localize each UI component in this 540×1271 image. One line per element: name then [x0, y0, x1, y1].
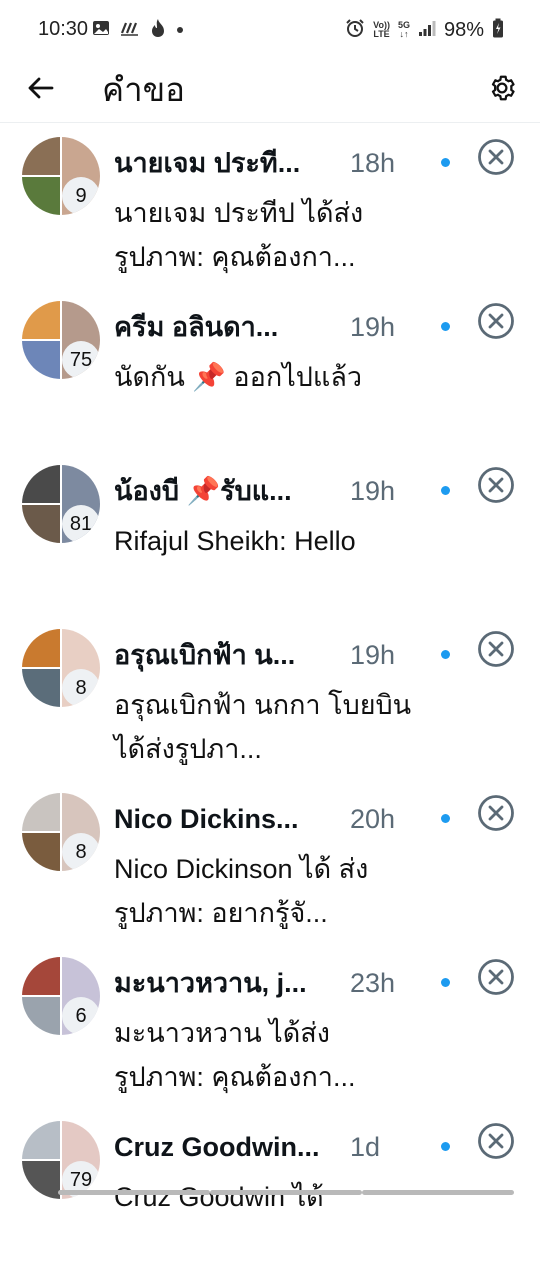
conversation-time: 1d [350, 1132, 381, 1162]
signal-bars-icon [418, 19, 436, 42]
group-avatar: 81 [22, 465, 100, 543]
image-icon [92, 19, 110, 42]
conversation-name: Cruz Goodwin... [114, 1132, 320, 1162]
group-avatar: 6 [22, 957, 100, 1035]
nav-handle[interactable] [210, 1190, 362, 1195]
conversation-time: 19h [350, 640, 396, 670]
group-avatar: 8 [22, 793, 100, 871]
close-circle-icon [477, 794, 515, 837]
battery-charging-icon [492, 18, 504, 43]
conversation-name: น้องบี 📌รับแ... [114, 476, 292, 506]
member-avatar [22, 793, 60, 831]
close-circle-icon [477, 138, 515, 181]
message-request-row[interactable]: 75 ครีม อลินดา... 19h นัดกัน 📌 ออกไปแล้ว [0, 287, 540, 451]
member-count-badge: 6 [62, 997, 100, 1035]
member-avatar [22, 137, 60, 175]
conversation-name: ครีม อลินดา... [114, 312, 279, 342]
message-request-row[interactable]: 8 Nico Dickins... 20h Nico Dickinson ได้… [0, 779, 540, 943]
close-circle-icon [477, 466, 515, 509]
member-count-badge: 9 [62, 177, 100, 215]
message-preview: Rifajul Sheikh: Hello [114, 526, 356, 556]
volte-indicator: Vo)) LTE [373, 20, 390, 39]
message-request-row[interactable]: 9 นายเจม ประที... 18h นายเจม ประทีป ได้ส… [0, 123, 540, 287]
dismiss-button[interactable] [476, 630, 516, 673]
group-avatar: 9 [22, 137, 100, 215]
page-title: คำขอ [102, 71, 185, 108]
close-circle-icon [477, 630, 515, 673]
message-request-row[interactable]: 8 อรุณเบิกฟ้า น... 19h อรุณเบิกฟ้า นกกา … [0, 615, 540, 779]
conversation-time: 19h [350, 476, 396, 506]
member-avatar [22, 301, 60, 339]
unread-dot [441, 322, 450, 331]
unread-dot [441, 1142, 450, 1151]
member-avatar [22, 465, 60, 503]
member-avatar [22, 1121, 60, 1159]
member-avatar [22, 505, 60, 543]
battery-percent: 98% [443, 18, 484, 41]
status-bar: 10:30 Vo)) LTE 5G ↓↑ 98% [0, 0, 540, 60]
status-time: 10:30 [38, 18, 89, 40]
dismiss-button[interactable] [476, 958, 516, 1001]
message-preview: อรุณเบิกฟ้า นกกา โบยบิน ได้ส่งรูปภา... [114, 690, 412, 764]
member-avatar [22, 629, 60, 667]
alarm-icon [345, 18, 365, 43]
conversation-time: 18h [350, 148, 396, 178]
dismiss-button[interactable] [476, 1122, 516, 1165]
dismiss-button[interactable] [476, 302, 516, 345]
header-bar: คำขอ [0, 60, 540, 123]
gear-icon [487, 73, 517, 108]
close-circle-icon [477, 302, 515, 345]
conversation-time: 23h [350, 968, 396, 998]
tinder-flame-icon [150, 18, 166, 43]
nav-handle[interactable] [362, 1190, 514, 1195]
message-request-list: 9 นายเจม ประที... 18h นายเจม ประทีป ได้ส… [0, 123, 540, 1271]
conversation-name: นายเจม ประที... [114, 148, 301, 178]
group-avatar: 75 [22, 301, 100, 379]
group-avatar: 8 [22, 629, 100, 707]
close-circle-icon [477, 958, 515, 1001]
member-avatar [22, 833, 60, 871]
dismiss-button[interactable] [476, 794, 516, 837]
conversation-time: 19h [350, 312, 396, 342]
member-avatar [22, 669, 60, 707]
conversation-name: Nico Dickins... [114, 804, 299, 834]
message-preview: Nico Dickinson ได้ ส่งรูปภาพ: อยากรู้จั.… [114, 854, 369, 928]
dot-icon [176, 21, 184, 39]
conversation-time: 20h [350, 804, 396, 834]
member-avatar [22, 957, 60, 995]
network-5g-indicator: 5G ↓↑ [397, 20, 410, 39]
dismiss-button[interactable] [476, 466, 516, 509]
settings-button[interactable] [480, 68, 524, 112]
dismiss-button[interactable] [476, 138, 516, 181]
arrow-left-icon [26, 74, 54, 107]
message-request-row[interactable]: 6 มะนาวหวาน, j... 23h มะนาวหวาน ได้ส่ง ร… [0, 943, 540, 1107]
member-avatar [22, 341, 60, 379]
status-left-icons [92, 18, 184, 42]
conversation-name: มะนาวหวาน, j... [114, 968, 307, 998]
nav-handle[interactable] [58, 1190, 210, 1195]
member-count-badge: 8 [62, 669, 100, 707]
member-avatar [22, 177, 60, 215]
close-circle-icon [477, 1122, 515, 1165]
system-nav-bar [0, 1186, 540, 1200]
message-preview: นัดกัน 📌 ออกไปแล้ว [114, 362, 363, 392]
unread-dot [441, 158, 450, 167]
member-avatar [22, 997, 60, 1035]
status-right-icons: Vo)) LTE 5G ↓↑ 98% [345, 16, 504, 44]
signal-wave-icon [120, 19, 140, 42]
back-button[interactable] [24, 68, 56, 112]
member-count-badge: 75 [62, 341, 100, 379]
unread-dot [441, 978, 450, 987]
unread-dot [441, 814, 450, 823]
member-count-badge: 81 [62, 505, 100, 543]
message-preview: นายเจม ประทีป ได้ส่ง รูปภาพ: คุณต้องกา..… [114, 198, 364, 272]
unread-dot [441, 486, 450, 495]
message-request-row[interactable]: 81 น้องบี 📌รับแ... 19h Rifajul Sheikh: H… [0, 451, 540, 615]
conversation-name: อรุณเบิกฟ้า น... [114, 640, 296, 670]
unread-dot [441, 650, 450, 659]
message-preview: มะนาวหวาน ได้ส่ง รูปภาพ: คุณต้องกา... [114, 1018, 356, 1092]
member-count-badge: 8 [62, 833, 100, 871]
